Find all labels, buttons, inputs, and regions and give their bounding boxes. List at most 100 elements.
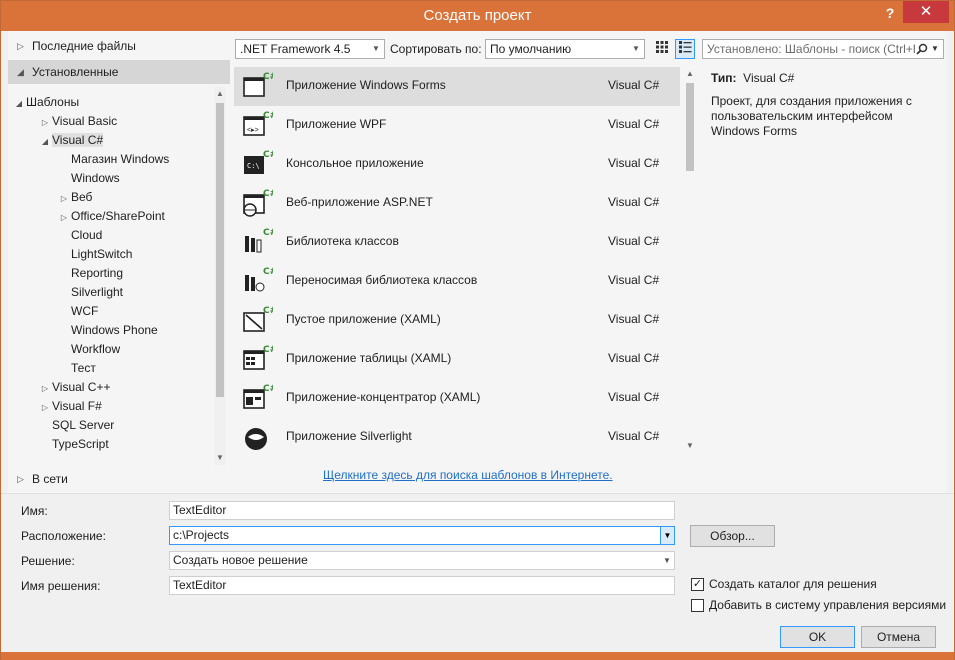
scroll-down-icon[interactable]: ▼: [214, 451, 226, 465]
create-directory-label[interactable]: Создать каталог для решения: [709, 577, 877, 591]
ok-button[interactable]: OK: [780, 626, 855, 648]
tree-item[interactable]: Windows: [57, 169, 120, 188]
template-row[interactable]: C:\C# Консольное приложение Visual C#: [234, 145, 680, 184]
tree-scroll-thumb[interactable]: [216, 103, 224, 397]
cancel-button[interactable]: Отмена: [861, 626, 936, 648]
tree-item[interactable]: ▷ Office/SharePoint: [57, 207, 165, 226]
tree-item[interactable]: ▷ Visual F#: [38, 397, 102, 416]
template-search-input[interactable]: Установлено: Шаблоны - поиск (Ctrl+E) ▼: [702, 39, 944, 59]
tree-item[interactable]: Магазин Windows: [57, 150, 169, 169]
category-recent[interactable]: ▷ Последние файлы: [8, 34, 230, 58]
tree-item[interactable]: Windows Phone: [57, 321, 158, 340]
project-name-input[interactable]: TextEditor: [169, 501, 675, 520]
expand-arrow-icon[interactable]: ▷: [38, 113, 52, 132]
template-language: Visual C#: [608, 156, 660, 170]
framework-dropdown[interactable]: .NET Framework 4.5 ▼: [235, 39, 385, 59]
expand-arrow-icon[interactable]: ▷: [57, 189, 71, 208]
expand-arrow-icon[interactable]: ▷: [57, 208, 71, 227]
solution-name-input[interactable]: TextEditor: [169, 576, 675, 595]
tree-scrollbar[interactable]: ▲ ▼: [214, 87, 226, 465]
svg-text:C#: C#: [263, 306, 273, 316]
collapse-arrow-icon[interactable]: ◢: [17, 60, 24, 84]
template-name: Приложение-концентратор (XAML): [286, 390, 481, 404]
tree-item[interactable]: WCF: [57, 302, 98, 321]
tree-item-label: Магазин Windows: [71, 152, 170, 166]
template-name: Приложение WPF: [286, 117, 387, 131]
chevron-down-icon[interactable]: ▼: [660, 527, 674, 544]
expand-arrow-icon[interactable]: ▷: [38, 379, 52, 398]
create-directory-checkbox[interactable]: ✓: [691, 578, 704, 591]
template-scroll-thumb[interactable]: [686, 83, 694, 171]
help-button[interactable]: ?: [881, 5, 899, 25]
list-view-button[interactable]: [675, 39, 695, 59]
tree-item[interactable]: ▷ Веб: [57, 188, 93, 208]
tree-item-label: LightSwitch: [71, 247, 133, 261]
template-language: Visual C#: [608, 78, 660, 92]
category-installed[interactable]: ◢ Установленные: [8, 60, 230, 84]
scroll-up-icon[interactable]: ▲: [684, 67, 696, 81]
tree-item[interactable]: ◢ Шаблоны: [12, 93, 79, 112]
console-icon: C:\C#: [243, 148, 277, 180]
template-list[interactable]: C# Приложение Windows Forms Visual C# <▸> C#…: [234, 67, 698, 453]
scroll-up-icon[interactable]: ▲: [214, 87, 226, 101]
tree-item-label: Шаблоны: [26, 95, 80, 109]
tree-item[interactable]: Workflow: [57, 340, 120, 359]
location-input[interactable]: c:\Projects ▼: [169, 526, 675, 545]
template-row[interactable]: C# Пустое приложение (XAML) Visual C#: [234, 301, 680, 340]
sort-dropdown[interactable]: По умолчанию ▼: [485, 39, 645, 59]
tree-item[interactable]: ▷ Visual C++: [38, 378, 111, 398]
svg-text:C#: C#: [263, 384, 273, 394]
template-row[interactable]: C# Переносимая библиотека классов Visual C…: [234, 262, 680, 301]
tree-item[interactable]: Silverlight: [57, 283, 123, 302]
online-templates-link[interactable]: Щелкните здесь для поиска шаблонов в Инт…: [323, 468, 613, 482]
svg-text:C:\: C:\: [247, 162, 260, 170]
add-source-control-checkbox[interactable]: [691, 599, 704, 612]
svg-text:C#: C#: [263, 345, 273, 355]
chevron-down-icon[interactable]: ▼: [929, 40, 941, 58]
svg-text:C#: C#: [263, 111, 273, 121]
silverlight-icon: [243, 421, 273, 453]
solution-dropdown[interactable]: Создать новое решение ▼: [169, 551, 675, 570]
template-list-scrollbar[interactable]: ▲ ▼: [684, 67, 696, 453]
svg-text:C#: C#: [263, 228, 273, 238]
close-button[interactable]: ✕: [903, 1, 949, 23]
template-row[interactable]: <▸> C# Приложение WPF Visual C#: [234, 106, 680, 145]
template-row[interactable]: Приложение Silverlight Visual C#: [234, 418, 680, 453]
svg-text:C#: C#: [263, 267, 273, 277]
dialog-title: Создать проект: [423, 7, 532, 24]
browse-button[interactable]: Обзор...: [690, 525, 775, 547]
expand-arrow-icon[interactable]: ▷: [38, 398, 52, 417]
template-name: Консольное приложение: [286, 156, 424, 170]
tree-item[interactable]: SQL Server: [38, 416, 114, 435]
search-icon[interactable]: [915, 40, 929, 58]
category-recent-label: Последние файлы: [32, 39, 136, 53]
tree-item[interactable]: Reporting: [57, 264, 123, 283]
tree-item-label: SQL Server: [52, 418, 115, 432]
add-source-control-label[interactable]: Добавить в систему управления версиями: [709, 598, 946, 612]
winforms-icon: C#: [243, 70, 277, 102]
template-row[interactable]: C# Приложение таблицы (XAML) Visual C#: [234, 340, 680, 379]
templates-tree[interactable]: ◢ Шаблоны ▷ Visual Basic ◢ Visual C# Магазин W…: [8, 93, 230, 463]
tree-item[interactable]: ▷ Visual Basic: [38, 112, 117, 131]
expand-arrow-icon[interactable]: ▷: [17, 34, 24, 58]
tree-item[interactable]: Тест: [57, 359, 96, 378]
template-row[interactable]: C# Приложение Windows Forms Visual C#: [234, 67, 680, 106]
title-bar[interactable]: Создать проект ? ✕: [1, 1, 954, 31]
type-value: Visual C#: [743, 71, 795, 85]
template-row[interactable]: C# Веб-приложение ASP.NET Visual C#: [234, 184, 680, 223]
template-row[interactable]: C# Библиотека классов Visual C#: [234, 223, 680, 262]
expand-arrow-icon[interactable]: ▷: [17, 467, 24, 491]
category-online[interactable]: ▷ В сети: [8, 467, 230, 491]
tree-item[interactable]: TypeScript: [38, 435, 109, 454]
expand-arrow-icon[interactable]: ◢: [12, 94, 26, 113]
small-icons-view-button[interactable]: [652, 39, 672, 59]
tree-item[interactable]: LightSwitch: [57, 245, 132, 264]
portable-library-icon: C#: [243, 265, 277, 297]
new-project-dialog: Создать проект ? ✕ ▷ Последние файлы ◢ У…: [0, 0, 955, 660]
scroll-down-icon[interactable]: ▼: [684, 439, 696, 453]
tree-item[interactable]: Cloud: [57, 226, 102, 245]
tree-item[interactable]: ◢ Visual C#: [38, 131, 104, 151]
location-label: Расположение:: [21, 529, 106, 543]
expand-arrow-icon[interactable]: ◢: [38, 132, 52, 151]
template-row[interactable]: C# Приложение-концентратор (XAML) Visual C…: [234, 379, 680, 418]
